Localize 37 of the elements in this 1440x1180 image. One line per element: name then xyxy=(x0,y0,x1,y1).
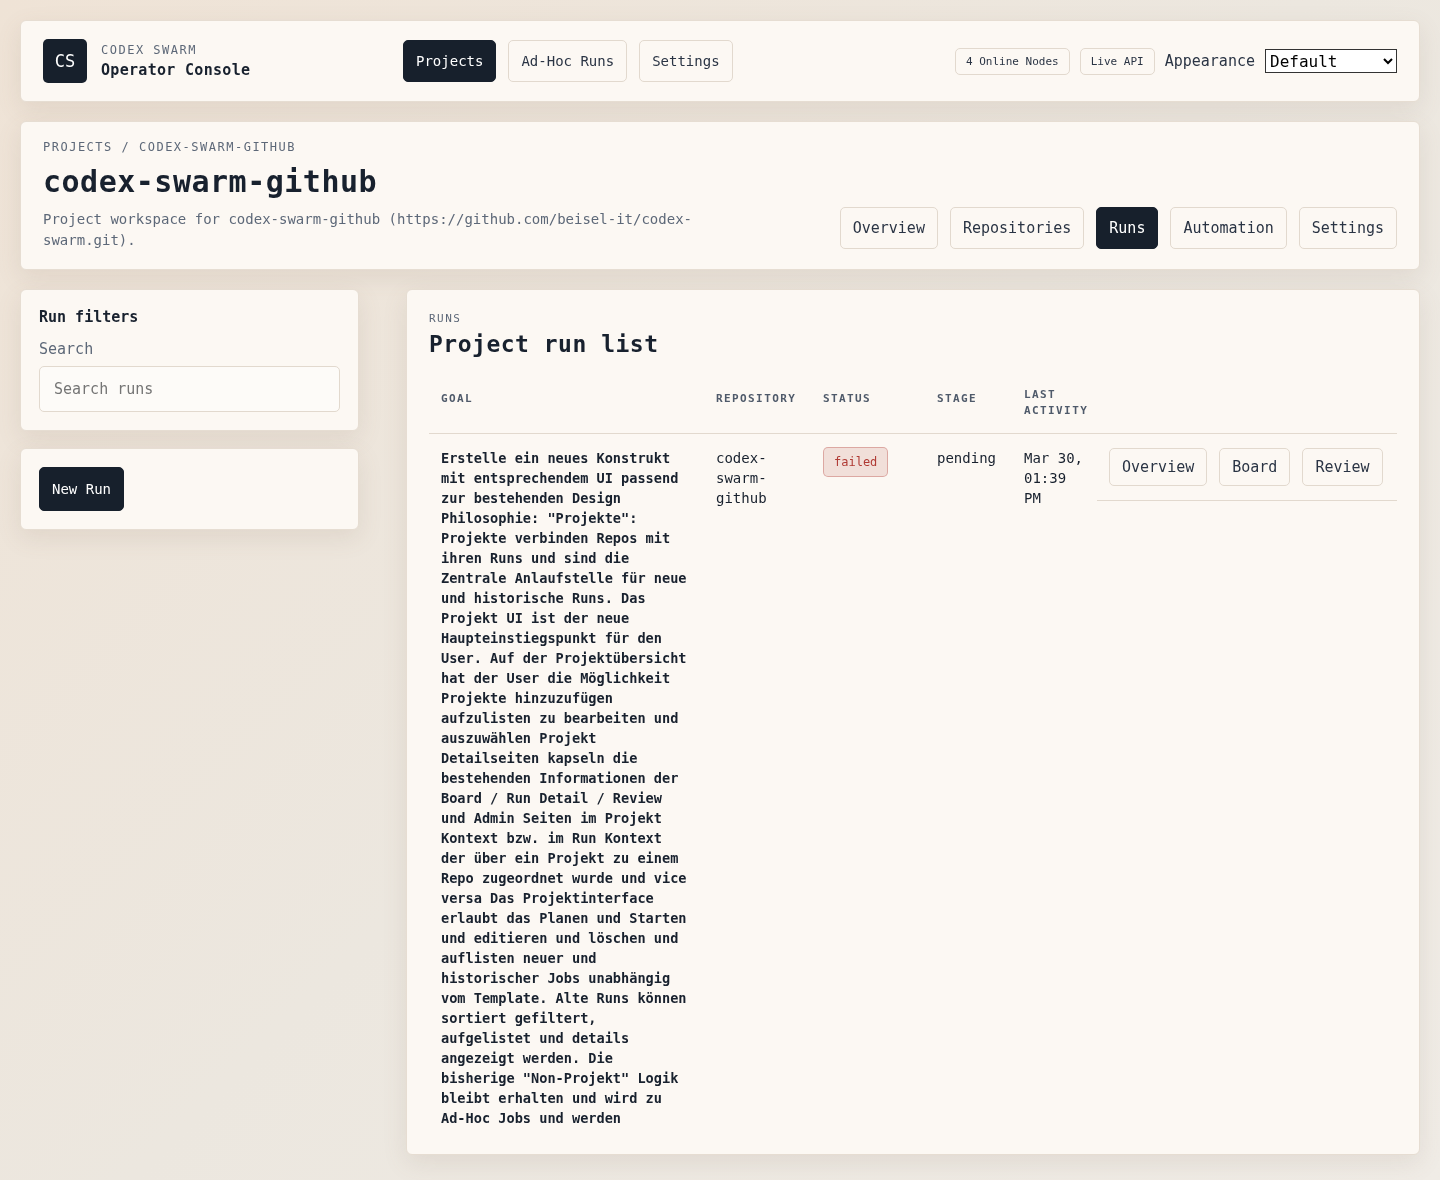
brand-title: Operator Console xyxy=(101,61,251,79)
status-tag: failed xyxy=(823,447,889,477)
project-tab[interactable]: Runs xyxy=(1096,207,1159,249)
appearance-label: Appearance xyxy=(1164,52,1255,70)
brand-eyebrow: CODEX SWARM xyxy=(101,43,198,57)
appearance-select[interactable]: Default xyxy=(1265,49,1397,73)
column-header: REPOSITORY xyxy=(716,391,797,407)
column-header: STATUS xyxy=(823,391,872,407)
last-activity-text: Mar 30, 01:39 PM xyxy=(1024,450,1083,506)
nav-tab[interactable]: Settings xyxy=(639,40,733,82)
search-label: Search xyxy=(39,340,95,358)
goal-text: Erstelle ein neues Konstrukt mit entsprechendem UI passend zur bestehenden Design Philosophie: "Projekte": Projekte verbinden Repos mit ihren Runs und sind die Zentrale Anlaufstelle für neue und historische Runs. Das Projekt UI ist der neue Haupteinstiegspunkt für den User. Auf der Projektübersicht hat der User die Möglichkeit Projekte hinzuzufügen aufzulisten zu bearbeiten und auszuwählen Projekt Detailseiten kapseln die bestehenden Informationen der Board / Run Detail / Review und Admin Seiten im Projekt Kontext bzw. im Run Kontext der über ein Projekt zu einem Repo zugeordnet wurde und vice versa Das Projektinterface erlaubt das Planen und Starten und editieren und löschen und auflisten neuer und historischer Jobs unabhängig vom Template. Alte Runs können sortiert gefiltert, aufgelistet und details angezeigt werden. Die bisherige "Non-Projekt" Logik bleibt erhalten und wird zu Ad-Hoc Jobs und werden xyxy=(441,449,688,1128)
status-badge: 4 Online Nodes xyxy=(955,47,1070,75)
project-description: Project workspace for codex-swarm-github (https://github.com/beisel-it/codex-swarm.git). xyxy=(43,210,693,250)
project-title: codex-swarm-github xyxy=(43,164,379,199)
column-header: GOAL xyxy=(441,391,474,407)
nav-tab[interactable]: Projects xyxy=(403,40,497,82)
row-action-button[interactable]: Overview xyxy=(1109,448,1208,486)
row-action-button[interactable]: Board xyxy=(1219,448,1291,486)
row-action-button[interactable]: Review xyxy=(1302,448,1383,486)
logo-badge: CS xyxy=(43,39,87,83)
project-tab[interactable]: Automation xyxy=(1170,207,1287,249)
project-tab[interactable]: Repositories xyxy=(949,207,1085,249)
stage-text: pending xyxy=(937,450,996,466)
column-header: LAST ACTIVITY xyxy=(1024,387,1089,419)
section-title: Project run list xyxy=(429,331,660,357)
search-field[interactable]: Search runs xyxy=(39,366,340,412)
new-run-button[interactable]: New Run xyxy=(39,467,124,511)
status-badge: Live API xyxy=(1079,47,1155,75)
project-tab[interactable]: Settings xyxy=(1298,207,1397,249)
filters-title: Run filters xyxy=(39,308,140,326)
column-header: STAGE xyxy=(937,391,978,407)
nav-tab[interactable]: Ad-Hoc Runs xyxy=(508,40,628,82)
breadcrumb: PROJECTS / CODEX-SWARM-GITHUB xyxy=(43,140,297,154)
section-eyebrow: RUNS xyxy=(429,312,463,325)
project-tab[interactable]: Overview xyxy=(839,207,938,249)
repository-text: codex-swarm-github xyxy=(716,450,767,506)
